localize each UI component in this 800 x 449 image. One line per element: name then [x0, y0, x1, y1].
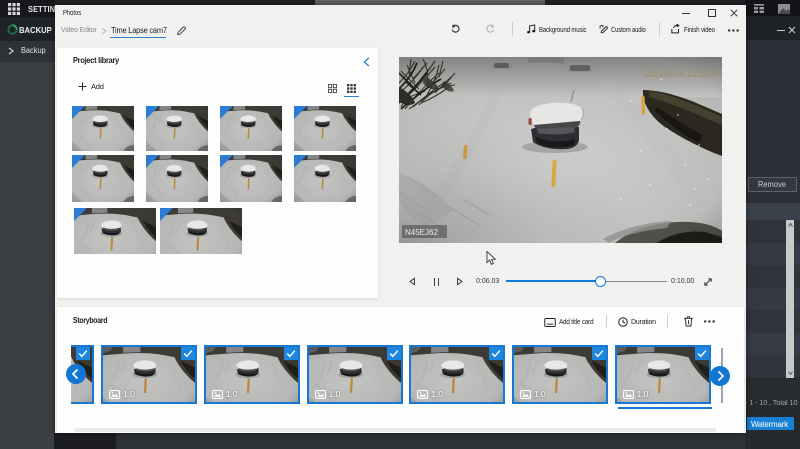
svg-text:N45EJ62: N45EJ62 — [405, 228, 438, 237]
svg-text:2021-02-05 13:13:59: 2021-02-05 13:13:59 — [645, 70, 718, 79]
